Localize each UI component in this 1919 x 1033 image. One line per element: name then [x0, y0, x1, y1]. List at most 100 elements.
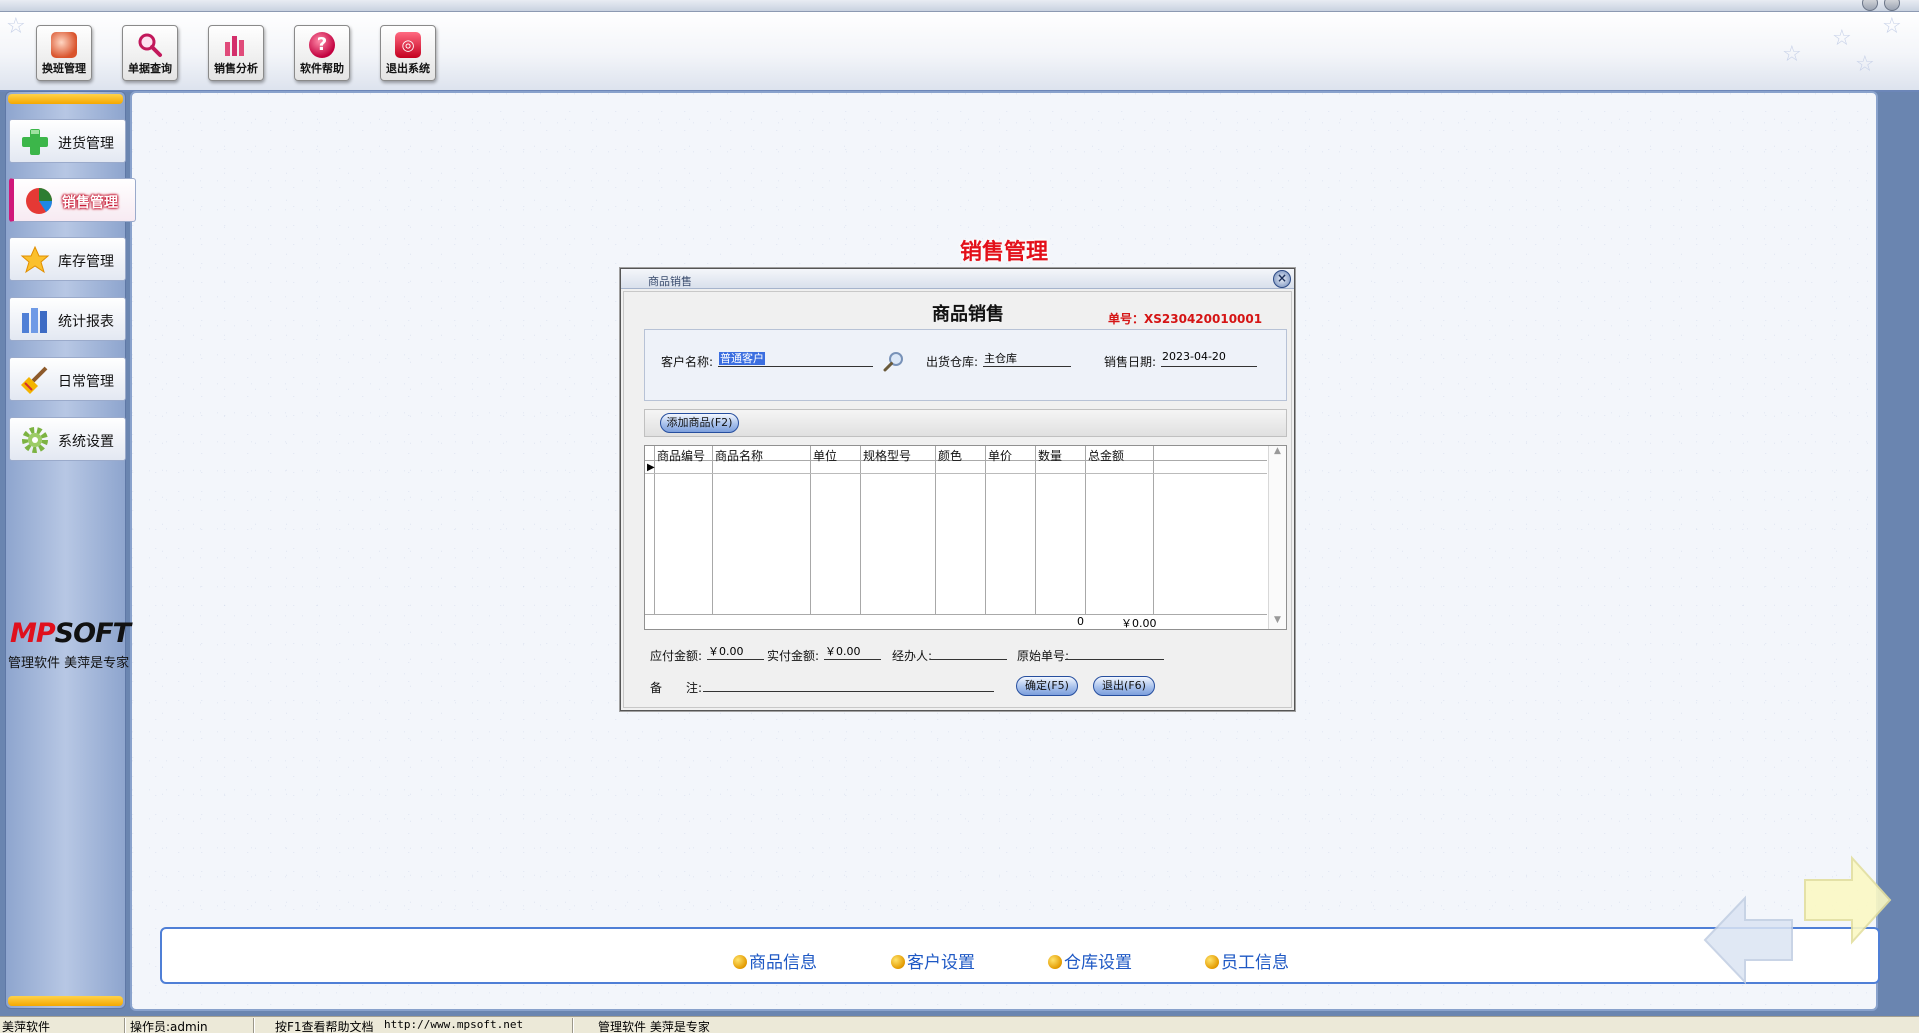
bar-chart-icon	[223, 32, 249, 58]
document-query-button[interactable]: 单据查询	[122, 25, 178, 81]
dialog-title-bar: 商品销售 ×	[621, 269, 1294, 289]
bullet-icon	[733, 955, 747, 969]
close-icon[interactable]	[1884, 0, 1900, 11]
confirm-button[interactable]: 确定(F5)	[1016, 676, 1078, 696]
status-separator	[572, 1018, 574, 1033]
toolbar-button-label: 换班管理	[42, 62, 86, 75]
plus-icon	[22, 129, 48, 155]
sidebar-item-sales[interactable]: 销售管理	[9, 178, 136, 222]
sidebar-bottom-bar	[8, 996, 123, 1006]
star-icon	[20, 245, 50, 274]
star-decoration-icon: ☆	[6, 14, 26, 39]
close-icon[interactable]: ×	[1273, 270, 1291, 288]
sidebar-top-bar	[8, 94, 123, 104]
sidebar-item-settings[interactable]: 系统设置	[9, 417, 126, 461]
status-url[interactable]: http://www.mpsoft.net	[384, 1018, 523, 1033]
sidebar-item-purchase[interactable]: 进货管理	[9, 119, 126, 163]
quick-item-label: 商品信息	[749, 953, 817, 973]
date-field[interactable]: 2023-04-20	[1161, 350, 1257, 367]
brand-logo: MPSOFT	[10, 618, 131, 649]
exit-system-button[interactable]: ◎ 退出系统	[380, 25, 436, 81]
paid-field[interactable]: ￥0.00	[824, 643, 881, 660]
broom-icon	[21, 366, 48, 394]
search-icon	[137, 32, 163, 58]
status-separator	[124, 1018, 126, 1033]
toolbar: ☆ ☆ ☆ ☆ ☆ 换班管理 单据查询 销售分析 ? 软件帮助 ◎ 退出系统	[0, 12, 1919, 92]
grid-scrollbar[interactable]: ▲ ▼	[1268, 446, 1286, 629]
shift-management-button[interactable]: 换班管理	[36, 25, 92, 81]
gear-icon	[22, 427, 48, 453]
status-separator	[253, 1018, 255, 1033]
bullet-icon	[891, 955, 905, 969]
payable-field[interactable]: ￥0.00	[707, 643, 764, 660]
quick-product-info[interactable]: 商品信息	[733, 948, 817, 973]
bullet-icon	[1048, 955, 1062, 969]
original-no-label: 原始单号:	[1017, 649, 1070, 663]
order-number: 单号：XS230420010001	[1108, 312, 1263, 326]
power-icon: ◎	[395, 32, 421, 58]
bullet-icon	[1205, 955, 1219, 969]
status-company: 美萍软件	[2, 1020, 51, 1033]
toolbar-button-label: 单据查询	[128, 62, 172, 75]
back-arrow-icon[interactable]	[1700, 890, 1800, 990]
quick-customer-settings[interactable]: 客户设置	[891, 948, 975, 973]
handler-label: 经办人:	[892, 649, 933, 663]
title-bar	[0, 0, 1919, 12]
report-icon	[22, 308, 47, 333]
sidebar-item-label: 销售管理	[62, 195, 118, 211]
sidebar-item-daily[interactable]: 日常管理	[9, 357, 126, 401]
star-decoration-icon: ☆	[1882, 14, 1902, 39]
shift-icon	[51, 32, 77, 58]
grid-summary-row	[645, 614, 1267, 629]
original-no-field[interactable]	[1065, 643, 1164, 660]
form-title: 商品销售	[932, 304, 1004, 325]
customer-field[interactable]: 普通客户	[718, 350, 873, 367]
add-product-button[interactable]: 添加商品(F2)	[660, 413, 739, 433]
minimize-icon[interactable]	[1862, 0, 1878, 11]
toolbar-button-label: 软件帮助	[300, 62, 344, 75]
dialog-title: 商品销售	[648, 275, 692, 288]
software-help-button[interactable]: ? 软件帮助	[294, 25, 350, 81]
quick-access-bar: 商品信息 客户设置 仓库设置 员工信息	[160, 927, 1880, 984]
sidebar-item-label: 库存管理	[58, 254, 114, 270]
forward-arrow-icon[interactable]	[1800, 850, 1895, 950]
toolbar-button-label: 销售分析	[214, 62, 258, 75]
toolbar-button-label: 退出系统	[386, 62, 430, 75]
payable-label: 应付金额:	[650, 649, 703, 663]
star-decoration-icon: ☆	[1855, 52, 1875, 77]
warehouse-label: 出货仓库:	[926, 355, 979, 369]
scroll-up-icon[interactable]: ▲	[1269, 446, 1286, 460]
sidebar-item-label: 日常管理	[58, 374, 114, 390]
quick-warehouse-settings[interactable]: 仓库设置	[1048, 948, 1132, 973]
table-row[interactable]	[645, 461, 1267, 474]
paid-label: 实付金额:	[767, 649, 820, 663]
status-bar: 美萍软件 操作员:admin 按F1查看帮助文档 http://www.mpso…	[0, 1016, 1919, 1033]
status-help: 按F1查看帮助文档	[275, 1020, 374, 1033]
sales-dialog: 商品销售 × 商品销售 单号：XS230420010001 客户名称: 普通客户…	[620, 268, 1295, 711]
header-fields-group: 客户名称: 普通客户 出货仓库: 主仓库 销售日期: 2023-04-20	[644, 329, 1287, 401]
grid-toolbar: 添加商品(F2)	[644, 409, 1287, 437]
dialog-body: 商品销售 单号：XS230420010001 客户名称: 普通客户 出货仓库: …	[623, 291, 1292, 708]
sidebar-item-reports[interactable]: 统计报表	[9, 297, 126, 341]
date-label: 销售日期:	[1104, 355, 1157, 369]
pie-chart-icon	[26, 188, 53, 214]
sidebar-item-inventory[interactable]: 库存管理	[9, 237, 126, 281]
sidebar-item-label: 统计报表	[58, 314, 114, 330]
total-amount: ￥0.00	[1121, 617, 1157, 630]
row-indicator-icon: ▶	[647, 462, 655, 473]
quick-employee-info[interactable]: 员工信息	[1205, 948, 1289, 973]
customer-label: 客户名称:	[661, 355, 714, 369]
status-slogan: 管理软件 美萍是专家	[598, 1020, 710, 1033]
sales-analysis-button[interactable]: 销售分析	[208, 25, 264, 81]
warehouse-field[interactable]: 主仓库	[983, 350, 1071, 367]
remark-field[interactable]	[703, 675, 994, 692]
handler-field[interactable]	[930, 643, 1007, 660]
sidebar: 进货管理 销售管理 库存管理 统计报表 日常管理 系统设置 MPSOFT 管理软…	[5, 91, 136, 1009]
page-title: 销售管理	[960, 240, 1049, 265]
star-decoration-icon: ☆	[1832, 26, 1852, 51]
scroll-down-icon[interactable]: ▼	[1269, 615, 1286, 629]
search-icon[interactable]	[882, 350, 906, 374]
remark-label: 备 注:	[650, 681, 703, 695]
product-grid[interactable]: 商品编号 商品名称 单位 规格型号 颜色 单价 数量 总金额 ▶ 0 ￥0.00…	[644, 445, 1287, 630]
exit-button[interactable]: 退出(F6)	[1093, 676, 1155, 696]
